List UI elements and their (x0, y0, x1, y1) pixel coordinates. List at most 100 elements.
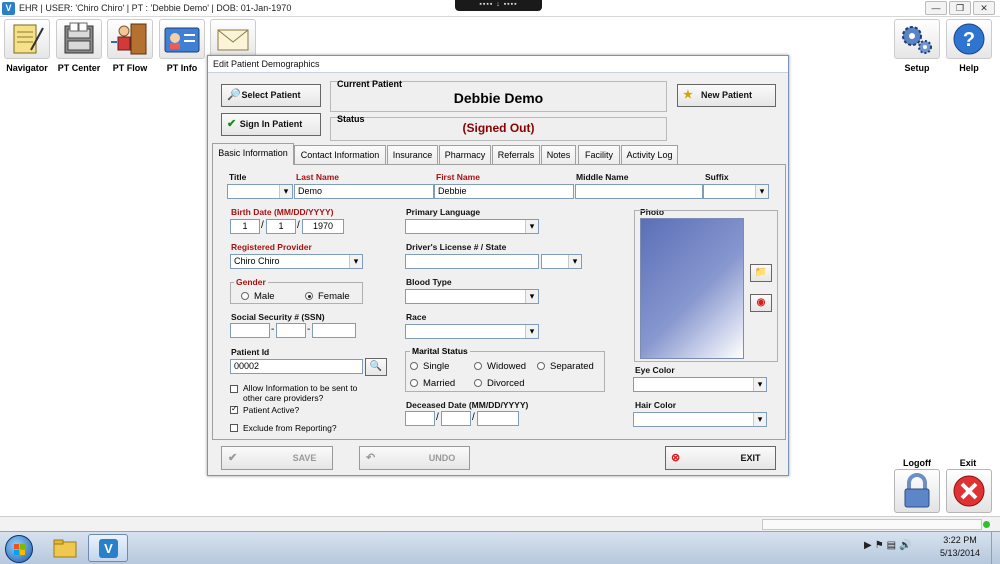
marital-married-radio[interactable]: Married (410, 378, 455, 389)
logoff-button[interactable] (894, 469, 940, 513)
search-icon[interactable]: 🔍 (365, 358, 387, 376)
race-select[interactable] (405, 324, 539, 339)
deceased-day-input[interactable] (441, 411, 471, 426)
windows-logo-icon (14, 544, 25, 555)
navigator-button[interactable] (4, 19, 50, 59)
radio-button[interactable] (241, 292, 249, 300)
marital-widowed-radio[interactable]: Widowed (474, 361, 526, 372)
eye-color-select[interactable] (633, 377, 767, 392)
gender-female-label: Female (318, 291, 350, 302)
birth-day-input[interactable]: 1 (266, 219, 296, 234)
hair-color-select[interactable] (633, 412, 767, 427)
id-card-icon (164, 27, 200, 53)
pt-center-button[interactable] (56, 19, 102, 59)
license-state-select[interactable] (541, 254, 582, 269)
save-label: SAVE (292, 453, 317, 463)
exit-button[interactable]: ⊗ EXIT (665, 446, 776, 470)
pt-flow-button[interactable] (107, 19, 153, 59)
date-separator: / (472, 412, 475, 423)
ssn-part1-input[interactable] (230, 323, 270, 338)
close-window-button[interactable]: ✕ (973, 1, 995, 15)
show-desktop-button[interactable] (991, 532, 1000, 564)
date-separator: / (297, 220, 300, 231)
deceased-year-input[interactable] (477, 411, 519, 426)
gender-female-radio[interactable]: Female (305, 291, 350, 302)
first-name-input[interactable]: Debbie (434, 184, 574, 199)
middle-name-label: Middle Name (576, 172, 629, 182)
open-folder-icon[interactable]: 📁 (750, 264, 772, 282)
clock-time[interactable]: 3:22 PM (933, 535, 987, 545)
person-search-icon: 🔎 (227, 89, 241, 101)
radio-button[interactable] (410, 379, 418, 387)
messages-button[interactable] (210, 19, 256, 59)
tab-pharmacy[interactable]: Pharmacy (439, 145, 491, 164)
allow-info-checkbox[interactable]: Allow Information to be sent to other ca… (230, 383, 370, 403)
start-button[interactable] (5, 535, 33, 563)
tab-insurance[interactable]: Insurance (387, 145, 438, 164)
drivers-license-input[interactable] (405, 254, 539, 269)
date-separator: / (436, 412, 439, 423)
current-patient-label: Current Patient (337, 79, 403, 89)
deceased-month-input[interactable] (405, 411, 435, 426)
radio-button[interactable] (410, 362, 418, 370)
gender-male-label: Male (254, 291, 275, 302)
patient-active-checkbox[interactable]: Patient Active? (230, 404, 299, 415)
tab-referrals[interactable]: Referrals (492, 145, 540, 164)
last-name-input[interactable]: Demo (294, 184, 434, 199)
marital-separated-radio[interactable]: Separated (537, 361, 594, 372)
pt-info-button[interactable] (159, 19, 205, 59)
taskbar-explorer-button[interactable] (48, 534, 82, 562)
middle-name-input[interactable] (575, 184, 703, 199)
marital-single-radio[interactable]: Single (410, 361, 449, 372)
title-label: Title (229, 172, 247, 182)
exclude-reporting-checkbox[interactable]: Exclude from Reporting? (230, 423, 337, 433)
new-patient-button[interactable]: ★ New Patient (677, 84, 776, 107)
radio-button-selected[interactable] (305, 292, 313, 300)
gender-male-radio[interactable]: Male (241, 291, 275, 302)
tab-contact-information[interactable]: Contact Information (294, 145, 386, 164)
birth-year-input[interactable]: 1970 (302, 219, 344, 234)
checkbox[interactable] (230, 424, 238, 432)
race-label: Race (406, 312, 427, 322)
tray-icons[interactable]: ▶⚑▤🔊 (864, 540, 915, 551)
tab-facility[interactable]: Facility (578, 145, 620, 164)
patient-id-input[interactable]: 00002 (230, 359, 363, 374)
ssn-part2-input[interactable] (276, 323, 306, 338)
radio-button[interactable] (537, 362, 545, 370)
window-title: EHR | USER: 'Chiro Chiro' | PT : 'Debbie… (19, 3, 292, 13)
exit-label: EXIT (740, 453, 761, 463)
restore-button[interactable]: ❐ (949, 1, 971, 15)
blood-type-select[interactable] (405, 289, 539, 304)
registered-provider-select[interactable]: Chiro Chiro (230, 254, 363, 269)
taskbar-ehr-button[interactable]: V (88, 534, 128, 562)
save-button[interactable]: ✔ SAVE (221, 446, 333, 470)
radio-button[interactable] (474, 379, 482, 387)
setup-button[interactable] (894, 19, 940, 59)
exit-app-button[interactable] (946, 469, 992, 513)
tab-activity-log[interactable]: Activity Log (621, 145, 678, 164)
suffix-select[interactable] (703, 184, 769, 199)
remote-session-bar[interactable]: ▪▪▪▪ ↓ ▪▪▪▪ (455, 0, 542, 11)
help-button[interactable]: ? (946, 19, 992, 59)
undo-button[interactable]: ↶ UNDO (359, 446, 470, 470)
delete-photo-icon[interactable]: ◉ (750, 294, 772, 312)
checkbox[interactable] (230, 385, 238, 393)
birth-date-label: Birth Date (MM/DD/YYYY) (231, 207, 334, 217)
first-name-label: First Name (436, 172, 480, 182)
tab-basic-information[interactable]: Basic Information (212, 143, 294, 165)
sign-in-patient-button[interactable]: ✔ Sign In Patient (221, 113, 321, 136)
primary-language-select[interactable] (405, 219, 539, 234)
checkbox-checked[interactable] (230, 404, 238, 414)
tab-notes[interactable]: Notes (541, 145, 576, 164)
allow-info-label: Allow Information to be sent to other ca… (243, 383, 358, 403)
primary-language-label: Primary Language (406, 207, 481, 217)
pt-info-label: PT Info (166, 63, 198, 73)
birth-month-input[interactable]: 1 (230, 219, 260, 234)
clock-date[interactable]: 5/13/2014 (933, 548, 987, 558)
marital-divorced-radio[interactable]: Divorced (474, 378, 525, 389)
ssn-part3-input[interactable] (312, 323, 356, 338)
minimize-button[interactable]: — (925, 1, 947, 15)
title-select[interactable] (227, 184, 293, 199)
select-patient-button[interactable]: 🔎 Select Patient (221, 84, 321, 107)
radio-button[interactable] (474, 362, 482, 370)
